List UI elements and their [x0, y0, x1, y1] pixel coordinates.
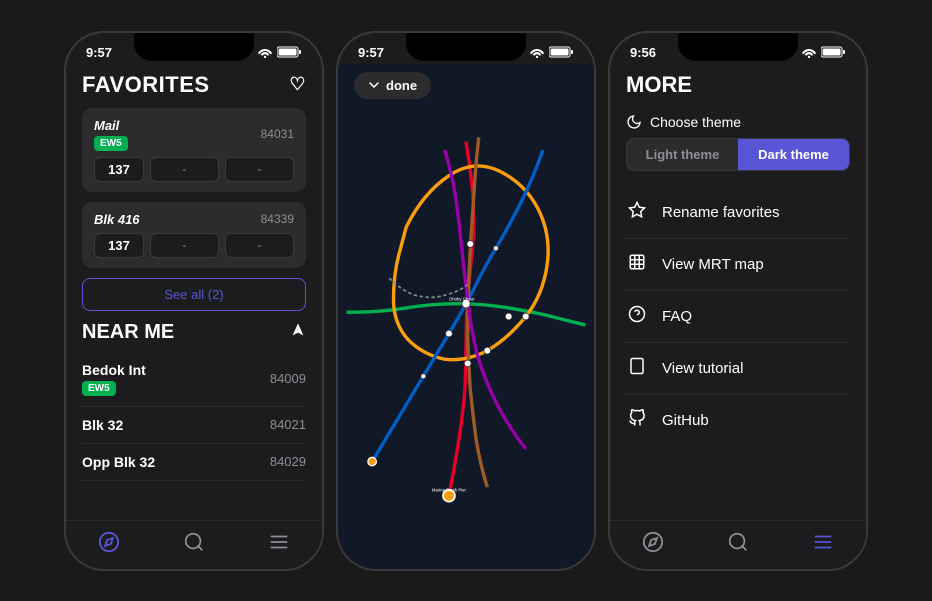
- see-all-button[interactable]: See all (2): [82, 278, 306, 311]
- fav-header-mail: Mail EW5 84031: [94, 118, 294, 151]
- ew5-badge-bedok: EW5: [82, 381, 116, 396]
- menu-item-tutorial[interactable]: View tutorial: [626, 343, 850, 395]
- view-mrt-map-label: View MRT map: [662, 256, 764, 273]
- dark-theme-button[interactable]: Dark theme: [738, 139, 849, 170]
- bus-number-mail: 137: [94, 157, 144, 182]
- fav-name-blk416: Blk 416: [94, 212, 140, 227]
- nearby-item-blk32[interactable]: Blk 32 84021: [82, 407, 306, 444]
- wifi-icon-3: [801, 46, 817, 58]
- status-icons-1: [257, 46, 302, 58]
- map-phone-content: done: [338, 64, 594, 569]
- menu-item-mrt-map[interactable]: View MRT map: [626, 239, 850, 291]
- fav-code-mail: 84031: [261, 127, 294, 141]
- ew5-badge-mail: EW5: [94, 136, 128, 151]
- rename-favorites-label: Rename favorites: [662, 204, 780, 221]
- heart-icon[interactable]: ♡: [289, 74, 306, 95]
- tab-menu-1[interactable]: [268, 531, 290, 553]
- status-icons-3: [801, 46, 846, 58]
- favorite-item-mail[interactable]: Mail EW5 84031 137 - -: [82, 108, 306, 192]
- fav-code-blk416: 84339: [261, 212, 294, 226]
- bus-time-blk416-2: -: [225, 233, 294, 258]
- more-phone-content: MORE Choose theme Light theme Dark theme: [610, 64, 866, 569]
- near-me-section: NEAR ME Bedok Int EW5 84009: [82, 321, 306, 481]
- notch-2: [406, 33, 526, 61]
- github-label: GitHub: [662, 412, 709, 429]
- faq-label: FAQ: [662, 308, 692, 325]
- near-me-header: NEAR ME: [82, 321, 306, 344]
- chevron-down-icon: [368, 79, 380, 91]
- menu-item-github[interactable]: GitHub: [626, 395, 850, 446]
- tab-menu-3[interactable]: [812, 531, 834, 553]
- theme-section: Choose theme Light theme Dark theme: [626, 114, 850, 171]
- tab-search-3[interactable]: [727, 531, 749, 553]
- nearby-name-blk32: Blk 32: [82, 417, 123, 433]
- nearby-name-bedok: Bedok Int: [82, 362, 146, 378]
- theme-buttons: Light theme Dark theme: [626, 138, 850, 171]
- battery-icon-2: [549, 46, 574, 58]
- nearby-code-oppblk32: 84029: [270, 454, 306, 469]
- favorites-title: FAVORITES ♡: [82, 72, 306, 98]
- star-icon: [626, 201, 648, 224]
- view-tutorial-label: View tutorial: [662, 360, 743, 377]
- map-icon: [626, 253, 648, 276]
- wifi-icon-1: [257, 46, 273, 58]
- bus-time-mail-1: -: [150, 157, 219, 182]
- near-me-title: NEAR ME: [82, 321, 174, 344]
- favorites-content: FAVORITES ♡ Mail EW5 84031 137 -: [66, 64, 322, 520]
- menu-item-rename[interactable]: Rename favorites: [626, 187, 850, 239]
- mrt-map-container[interactable]: Dhoby Ghaut Marina South Pier: [338, 64, 594, 569]
- more-content: MORE Choose theme Light theme Dark theme: [610, 64, 866, 520]
- bus-time-blk416-1: -: [150, 233, 219, 258]
- bus-times-blk416: 137 - -: [94, 233, 294, 258]
- more-title: MORE: [626, 72, 850, 98]
- battery-icon-1: [277, 46, 302, 58]
- mrt-map-svg: Dhoby Ghaut Marina South Pier: [338, 64, 594, 569]
- phone-favorites: 9:57 FAVORITES ♡: [64, 31, 324, 571]
- favorite-item-blk416[interactable]: Blk 416 84339 137 - -: [82, 202, 306, 268]
- theme-label: Choose theme: [626, 114, 850, 130]
- tab-compass-1[interactable]: [98, 531, 120, 553]
- location-icon: [290, 322, 306, 343]
- fav-name-mail: Mail: [94, 118, 128, 133]
- nearby-name-oppblk32: Opp Blk 32: [82, 454, 155, 470]
- svg-text:Marina South Pier: Marina South Pier: [432, 487, 467, 492]
- wifi-icon-2: [529, 46, 545, 58]
- nearby-item-oppblk32[interactable]: Opp Blk 32 84029: [82, 444, 306, 481]
- phone-map: 9:57 done: [336, 31, 596, 571]
- tablet-icon: [626, 357, 648, 380]
- fav-header-blk416: Blk 416 84339: [94, 212, 294, 227]
- notch-1: [134, 33, 254, 61]
- nearby-code-bedok: 84009: [270, 371, 306, 386]
- light-theme-button[interactable]: Light theme: [627, 139, 738, 170]
- tab-bar-1: [66, 520, 322, 569]
- phone-more: 9:56 MORE: [608, 31, 868, 571]
- tab-compass-3[interactable]: [642, 531, 664, 553]
- tab-search-1[interactable]: [183, 531, 205, 553]
- bus-number-blk416: 137: [94, 233, 144, 258]
- notch-3: [678, 33, 798, 61]
- status-icons-2: [529, 46, 574, 58]
- bus-times-mail: 137 - -: [94, 157, 294, 182]
- done-button[interactable]: done: [354, 72, 431, 99]
- svg-text:Dhoby Ghaut: Dhoby Ghaut: [449, 296, 475, 301]
- moon-icon: [626, 114, 642, 130]
- nearby-code-blk32: 84021: [270, 417, 306, 432]
- time-1: 9:57: [86, 45, 112, 60]
- phones-container: 9:57 FAVORITES ♡: [44, 11, 888, 591]
- question-icon: [626, 305, 648, 328]
- nearby-item-bedok[interactable]: Bedok Int EW5 84009: [82, 352, 306, 407]
- github-icon: [626, 409, 648, 432]
- battery-icon-3: [821, 46, 846, 58]
- menu-item-faq[interactable]: FAQ: [626, 291, 850, 343]
- tab-bar-3: [610, 520, 866, 569]
- favorites-phone-content: FAVORITES ♡ Mail EW5 84031 137 -: [66, 64, 322, 569]
- bus-time-mail-2: -: [225, 157, 294, 182]
- time-3: 9:56: [630, 45, 656, 60]
- time-2: 9:57: [358, 45, 384, 60]
